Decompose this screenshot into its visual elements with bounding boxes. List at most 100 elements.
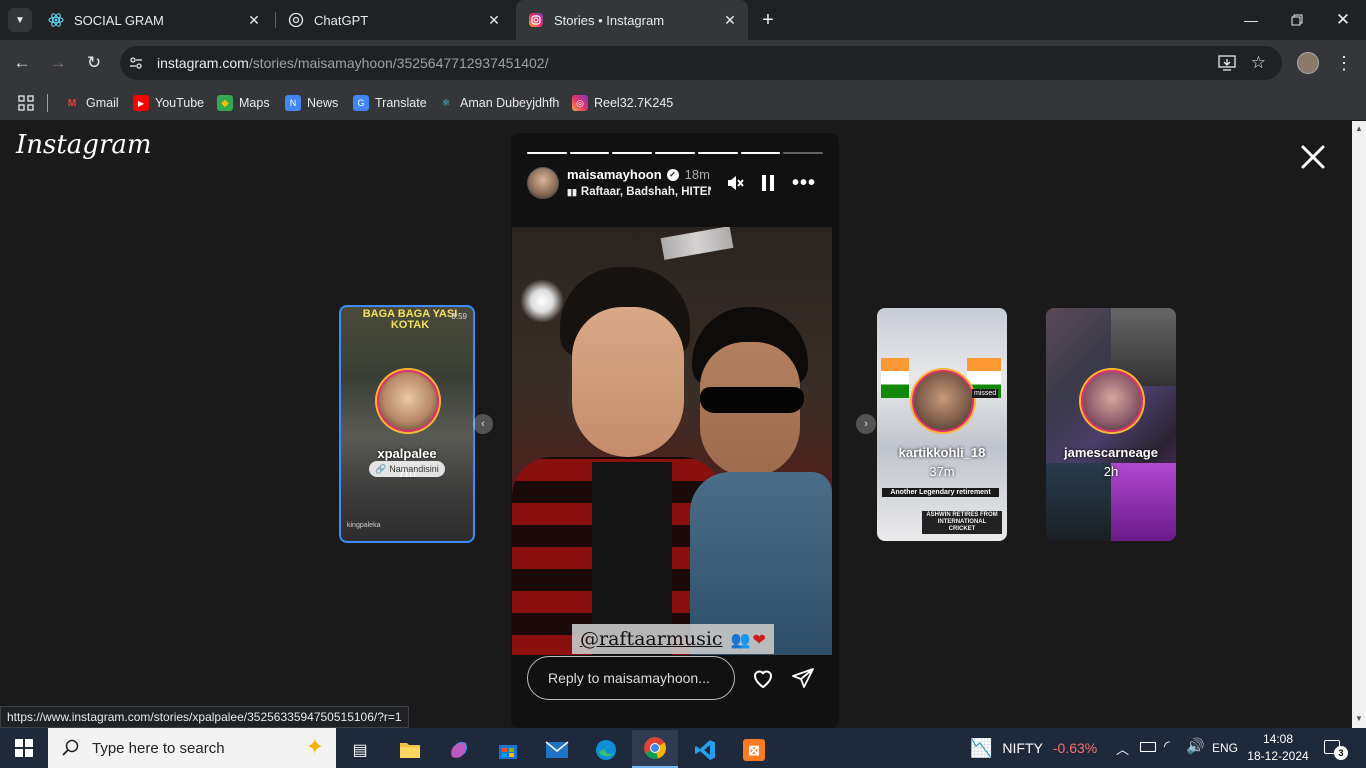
reload-button[interactable]: ↻	[81, 50, 107, 76]
address-bar[interactable]: instagram.com/stories/maisamayhoon/35256…	[120, 46, 1282, 80]
chevron-left-icon: ‹	[481, 418, 485, 430]
like-button[interactable]	[751, 666, 775, 690]
restore-button[interactable]	[1274, 0, 1320, 40]
story-username[interactable]: maisamayhoon ✓ 18m	[567, 167, 710, 182]
story-mention-sticker[interactable]: @raftaarmusic 👥 ❤	[572, 624, 774, 654]
taskbar-search[interactable]: Type here to search ✦	[48, 728, 336, 768]
mail-button[interactable]	[537, 732, 577, 768]
windows-taskbar: Type here to search ✦ ▤ ⊠ 📉 NIFTY -0.63%…	[0, 728, 1366, 768]
file-explorer-button[interactable]	[390, 732, 430, 768]
page-scrollbar[interactable]: ▲ ▼	[1352, 121, 1366, 728]
story-music[interactable]: ▮▮ Raftaar, Badshah, HITEN	[567, 186, 711, 198]
back-button[interactable]: ←	[9, 50, 35, 76]
bookmark-maps[interactable]: ◆ Maps	[217, 93, 270, 113]
emoji-people-icon: 👥	[730, 629, 751, 649]
story-username-text: maisamayhoon	[567, 167, 662, 182]
story-tag-label: Namandisini	[389, 464, 439, 474]
clock[interactable]: 14:08 18-12-2024	[1247, 731, 1309, 765]
story-progress-bar	[527, 152, 824, 154]
forward-button[interactable]: →	[45, 50, 71, 76]
tray-chevron-icon[interactable]: ︿	[1116, 739, 1129, 758]
bookmark-translate[interactable]: G Translate	[353, 93, 427, 113]
active-story[interactable]: maisamayhoon ✓ 18m ▮▮ Raftaar, Badshah, H…	[511, 133, 839, 728]
close-stories-button[interactable]	[1298, 142, 1328, 172]
close-tab-icon[interactable]: ✕	[722, 12, 738, 28]
task-view-icon: ▤	[352, 742, 368, 759]
store-button[interactable]	[488, 732, 528, 768]
minimize-button[interactable]: —	[1228, 0, 1274, 40]
mention-text: @raftaarmusic	[580, 628, 723, 650]
instagram-icon	[528, 12, 544, 28]
wifi-icon[interactable]: ◜	[1164, 737, 1170, 755]
copilot-button[interactable]	[439, 732, 479, 768]
chevron-right-icon: ›	[864, 418, 868, 430]
xampp-button[interactable]: ⊠	[734, 732, 774, 768]
next-story-button[interactable]: ›	[856, 414, 876, 434]
close-tab-icon[interactable]: ✕	[246, 12, 262, 28]
pause-icon	[762, 175, 774, 191]
scroll-up-arrow[interactable]: ▲	[1355, 124, 1363, 133]
store-icon	[499, 745, 517, 759]
side-story-card[interactable]: jamescarneage 2h	[1046, 308, 1176, 541]
bookmark-aman[interactable]: ⚛ Aman Dubeyjdhfh	[438, 93, 560, 113]
story-flag-graphic	[881, 358, 909, 398]
person-left-face	[572, 307, 684, 457]
new-tab-button[interactable]: +	[756, 8, 780, 32]
progress-fill	[655, 152, 695, 154]
close-tab-icon[interactable]: ✕	[486, 12, 502, 28]
notification-center-button[interactable]: 3	[1322, 738, 1348, 760]
chrome-button[interactable]	[632, 730, 678, 768]
side-story-card[interactable]: missed kartikkohli_18 37m Another Legend…	[877, 308, 1007, 541]
instagram-logo[interactable]: Instagram	[16, 130, 152, 160]
progress-fill	[612, 152, 653, 154]
reply-input[interactable]: Reply to maisamayhoon...	[527, 656, 735, 700]
tab-search-button[interactable]: ▼	[8, 8, 32, 32]
story-username: jamescarneage	[1064, 445, 1158, 460]
story-time: 2h	[1103, 464, 1119, 479]
share-button[interactable]	[791, 666, 815, 690]
ceiling-light	[660, 227, 734, 260]
story-timestamp-badge: 8:59	[451, 312, 467, 321]
profile-avatar[interactable]	[1297, 52, 1319, 74]
start-button[interactable]	[4, 730, 44, 766]
tab-social-gram[interactable]: SOCIAL GRAM ✕	[36, 0, 272, 40]
react-icon: ⚛	[441, 97, 451, 109]
tab-stories-instagram[interactable]: Stories • Instagram ✕	[516, 0, 748, 40]
more-vertical-icon: ⋮	[1335, 52, 1353, 73]
bookmark-news[interactable]: N News	[285, 93, 338, 113]
mute-button[interactable]	[725, 173, 745, 193]
progress-segment	[612, 152, 653, 154]
edge-button[interactable]	[586, 732, 626, 768]
story-user-avatar[interactable]	[527, 167, 559, 199]
close-window-button[interactable]: ✕	[1320, 0, 1366, 40]
bookmark-reel[interactable]: ◎ Reel32.7K245	[572, 93, 673, 113]
bookmark-label: YouTube	[155, 96, 205, 110]
task-view-button[interactable]: ▤	[340, 732, 380, 768]
browser-menu-button[interactable]: ⋮	[1334, 50, 1354, 76]
more-horizontal-icon: •••	[792, 172, 817, 194]
bookmark-label: Maps	[239, 96, 270, 110]
bookmark-star-icon[interactable]: ☆	[1251, 53, 1266, 73]
story-more-button[interactable]: •••	[792, 172, 816, 195]
site-settings-icon[interactable]	[128, 55, 144, 71]
nifty-widget[interactable]: 📉 NIFTY -0.63%	[970, 728, 1097, 768]
search-highlight-icon: ✦	[305, 734, 324, 759]
story-caption: missed	[972, 389, 999, 398]
battery-icon[interactable]	[1140, 742, 1156, 752]
scroll-down-arrow[interactable]: ▼	[1355, 714, 1363, 723]
previous-story-button[interactable]: ‹	[473, 414, 493, 434]
apps-grid-icon[interactable]	[18, 95, 34, 116]
side-story-card[interactable]: BAGA BAGA YASI KOTAK 8:59 xpalpalee 7m 🔗…	[339, 305, 475, 543]
bookmark-gmail[interactable]: M Gmail	[64, 93, 119, 113]
volume-icon[interactable]: 🔊	[1186, 737, 1205, 755]
bookmark-youtube[interactable]: ▶ YouTube	[133, 93, 204, 113]
tab-chatgpt[interactable]: ChatGPT ✕	[276, 0, 512, 40]
language-indicator[interactable]: ENG	[1212, 741, 1238, 755]
pause-button[interactable]	[761, 174, 775, 192]
folder-icon	[400, 743, 420, 758]
bookmarks-bar: M Gmail ▶ YouTube ◆ Maps N News G Translate ⚛…	[0, 86, 1366, 120]
nifty-change: -0.63%	[1052, 740, 1098, 756]
install-app-icon[interactable]	[1218, 55, 1236, 76]
news-icon: N	[285, 95, 301, 111]
vscode-button[interactable]	[685, 732, 725, 768]
